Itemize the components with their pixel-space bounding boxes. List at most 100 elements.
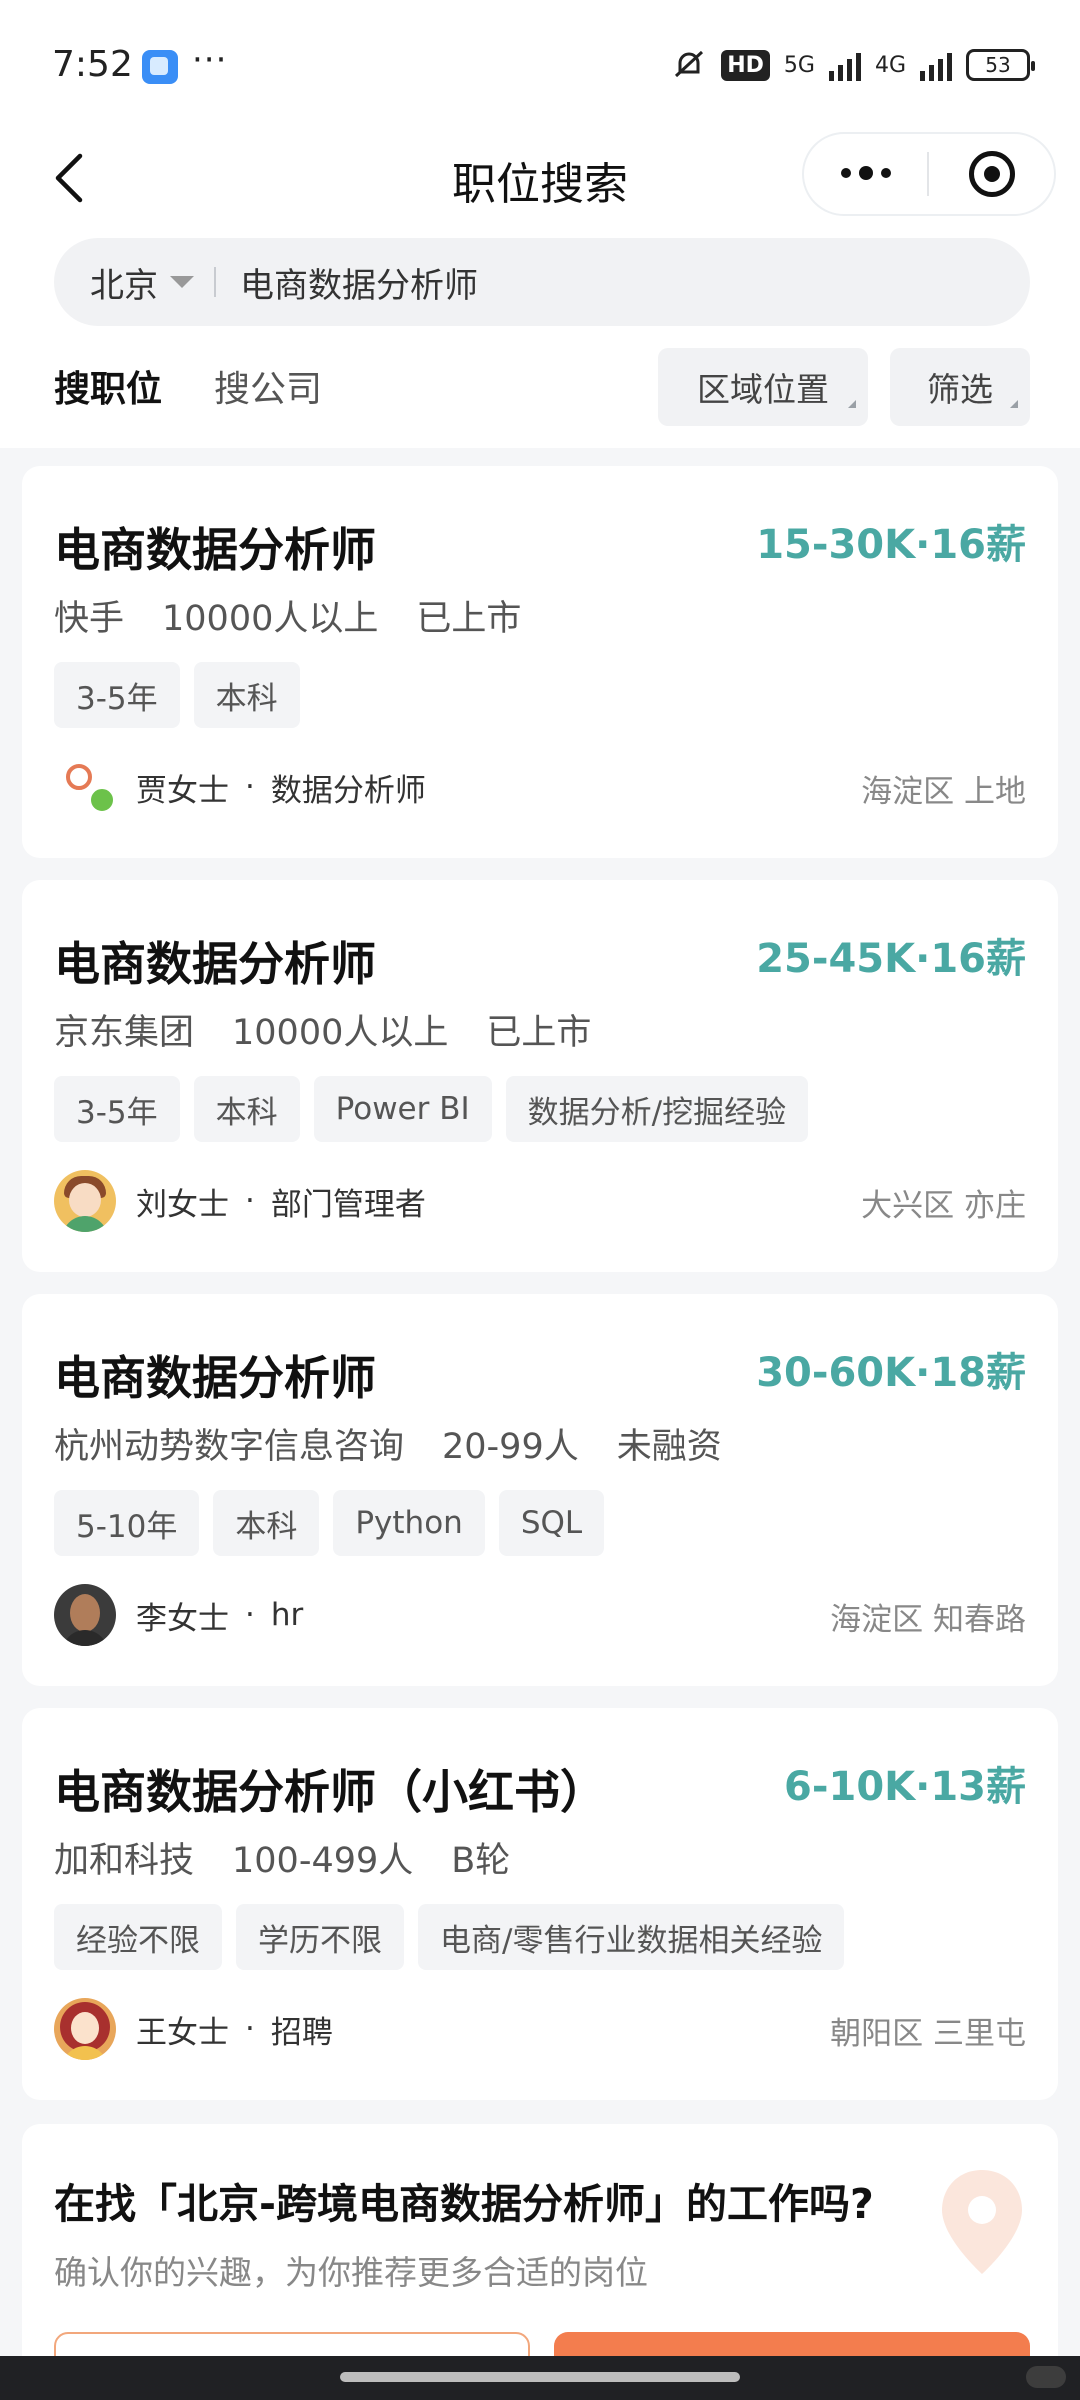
- recruiter-info: 贾女士 · 数据分析师: [54, 756, 426, 818]
- job-location: 朝阳区 三里屯: [830, 2016, 1026, 2052]
- job-tag: 电商/零售行业数据相关经验: [418, 1904, 845, 1970]
- system-nav-bar: [0, 2356, 1080, 2400]
- job-tag: 本科: [213, 1490, 320, 1556]
- job-card[interactable]: 电商数据分析师 30-60K·18薪 杭州动势数字信息咨询 20-99人 未融资…: [22, 1294, 1058, 1686]
- job-title: 电商数据分析师（小红书）: [54, 1765, 606, 1819]
- company-name: 京东集团: [54, 1013, 195, 1053]
- network-5g-label: 5G: [783, 52, 815, 78]
- tab-companies[interactable]: 搜公司: [214, 360, 322, 412]
- job-salary: 15-30K·16薪: [756, 522, 1026, 568]
- company-name: 加和科技: [54, 1841, 195, 1881]
- job-title: 电商数据分析师: [54, 1351, 376, 1405]
- signal-icon: [828, 49, 861, 81]
- job-tags: 3-5年 本科: [54, 662, 300, 728]
- search-tabs: 搜职位 搜公司 区域位置 筛选: [0, 346, 1080, 430]
- company-size: 10000人以上: [232, 1013, 449, 1053]
- job-tags: 经验不限 学历不限 电商/零售行业数据相关经验: [54, 1904, 845, 1970]
- mute-icon: [675, 50, 704, 78]
- search-input[interactable]: [240, 262, 940, 302]
- company-size: 20-99人: [442, 1427, 579, 1467]
- battery-icon: 53: [966, 49, 1035, 81]
- recruiter-info: 王女士 · 招聘: [54, 1998, 333, 2060]
- job-tag: 数据分析/挖掘经验: [505, 1076, 809, 1142]
- avatar: [54, 1584, 116, 1646]
- company-stage: 已上市: [416, 599, 522, 639]
- job-title: 电商数据分析师: [54, 523, 376, 577]
- company-stage: 已上市: [486, 1013, 592, 1053]
- company-size: 100-499人: [232, 1841, 414, 1881]
- hd-badge: HD: [721, 49, 770, 81]
- company-stage: 未融资: [616, 1427, 722, 1467]
- job-salary: 25-45K·16薪: [756, 936, 1026, 982]
- recruiter-info: 李女士 · hr: [54, 1584, 303, 1646]
- search-bar: 北京: [54, 238, 1030, 326]
- screen-filter-button[interactable]: 筛选: [890, 348, 1030, 426]
- job-tag: 本科: [193, 1076, 300, 1142]
- city-selector[interactable]: 北京: [90, 258, 158, 307]
- job-tag: 学历不限: [236, 1904, 404, 1970]
- online-status-icon: [88, 786, 116, 814]
- region-filter-button[interactable]: 区域位置: [658, 348, 868, 426]
- recruiter-role: hr: [270, 1597, 304, 1633]
- floating-corner-icon: [1026, 2366, 1066, 2388]
- company-name: 杭州动势数字信息咨询: [54, 1427, 405, 1467]
- job-tag: Python: [333, 1490, 485, 1556]
- more-dots-icon[interactable]: [804, 166, 927, 180]
- job-card[interactable]: 电商数据分析师 25-45K·16薪 京东集团 10000人以上 已上市 3-5…: [22, 880, 1058, 1272]
- job-card[interactable]: 电商数据分析师（小红书） 6-10K·13薪 加和科技 100-499人 B轮 …: [22, 1708, 1058, 2100]
- search-divider: [214, 267, 216, 297]
- job-title: 电商数据分析师: [54, 937, 376, 991]
- avatar: [54, 1170, 116, 1232]
- job-tags: 5-10年 本科 Python SQL: [54, 1490, 605, 1556]
- job-tag: 3-5年: [54, 662, 180, 728]
- tab-jobs[interactable]: 搜职位: [54, 360, 162, 412]
- dropdown-caret-icon[interactable]: [170, 276, 194, 288]
- recruiter-role: 数据分析师: [270, 772, 426, 809]
- job-location: 大兴区 亦庄: [861, 1188, 1026, 1224]
- recruiter-name: 贾女士: [136, 772, 229, 809]
- avatar: [54, 1998, 116, 2060]
- job-tag: 5-10年: [54, 1490, 200, 1556]
- job-tag: 3-5年: [54, 1076, 180, 1142]
- job-tags: 3-5年 本科 Power BI 数据分析/挖掘经验: [54, 1076, 809, 1142]
- company-name: 快手: [54, 599, 125, 639]
- job-salary: 6-10K·13薪: [784, 1764, 1026, 1810]
- mini-program-capsule: [802, 132, 1056, 216]
- company-size: 10000人以上: [162, 599, 379, 639]
- job-card[interactable]: 电商数据分析师 15-30K·16薪 快手 10000人以上 已上市 3-5年 …: [22, 466, 1058, 858]
- job-salary: 30-60K·18薪: [756, 1350, 1026, 1396]
- header-area: 7:52 ··· HD 5G 4G 53 职位搜索 北京 电商数据分析师 搜职位…: [0, 0, 1080, 448]
- company-info: 加和科技 100-499人 B轮: [54, 1832, 510, 1883]
- network-4g-label: 4G: [874, 52, 906, 78]
- recruiter-name: 王女士: [136, 2014, 229, 2051]
- job-tag: Power BI: [313, 1076, 492, 1142]
- screen-filter-label: 筛选: [927, 370, 993, 409]
- target-icon[interactable]: [929, 151, 1054, 197]
- recruiter-role: 招聘: [270, 2014, 333, 2051]
- app-notification-icon: [142, 50, 178, 84]
- recruiter-role: 部门管理者: [270, 1186, 426, 1223]
- battery-level: 53: [985, 53, 1011, 77]
- job-location: 海淀区 上地: [861, 774, 1026, 810]
- recruiter-name: 李女士: [136, 1600, 229, 1637]
- company-stage: B轮: [451, 1841, 511, 1881]
- recruiter-info: 刘女士 · 部门管理者: [54, 1170, 426, 1232]
- company-info: 杭州动势数字信息咨询 20-99人 未融资: [54, 1418, 722, 1469]
- region-filter-label: 区域位置: [697, 370, 829, 409]
- status-bar: 7:52 ··· HD 5G 4G 53: [0, 0, 1080, 130]
- clock: 7:52: [52, 44, 133, 85]
- signal-icon: [920, 49, 952, 81]
- location-pin-icon: [942, 2170, 1022, 2274]
- home-gesture-handle[interactable]: [340, 2372, 740, 2382]
- avatar: [54, 756, 116, 818]
- more-notifications-icon: ···: [192, 40, 228, 80]
- company-info: 快手 10000人以上 已上市: [54, 590, 521, 641]
- job-tag: 本科: [193, 662, 300, 728]
- interest-prompt-subtitle: 确认你的兴趣，为你推荐更多合适的岗位: [54, 2253, 648, 2292]
- nav-bar: 职位搜索: [0, 130, 1080, 230]
- job-tag: SQL: [498, 1490, 605, 1556]
- recruiter-name: 刘女士: [136, 1186, 229, 1223]
- job-location: 海淀区 知春路: [830, 1602, 1026, 1638]
- status-icons: HD 5G 4G 53: [671, 48, 1035, 82]
- company-info: 京东集团 10000人以上 已上市: [54, 1004, 591, 1055]
